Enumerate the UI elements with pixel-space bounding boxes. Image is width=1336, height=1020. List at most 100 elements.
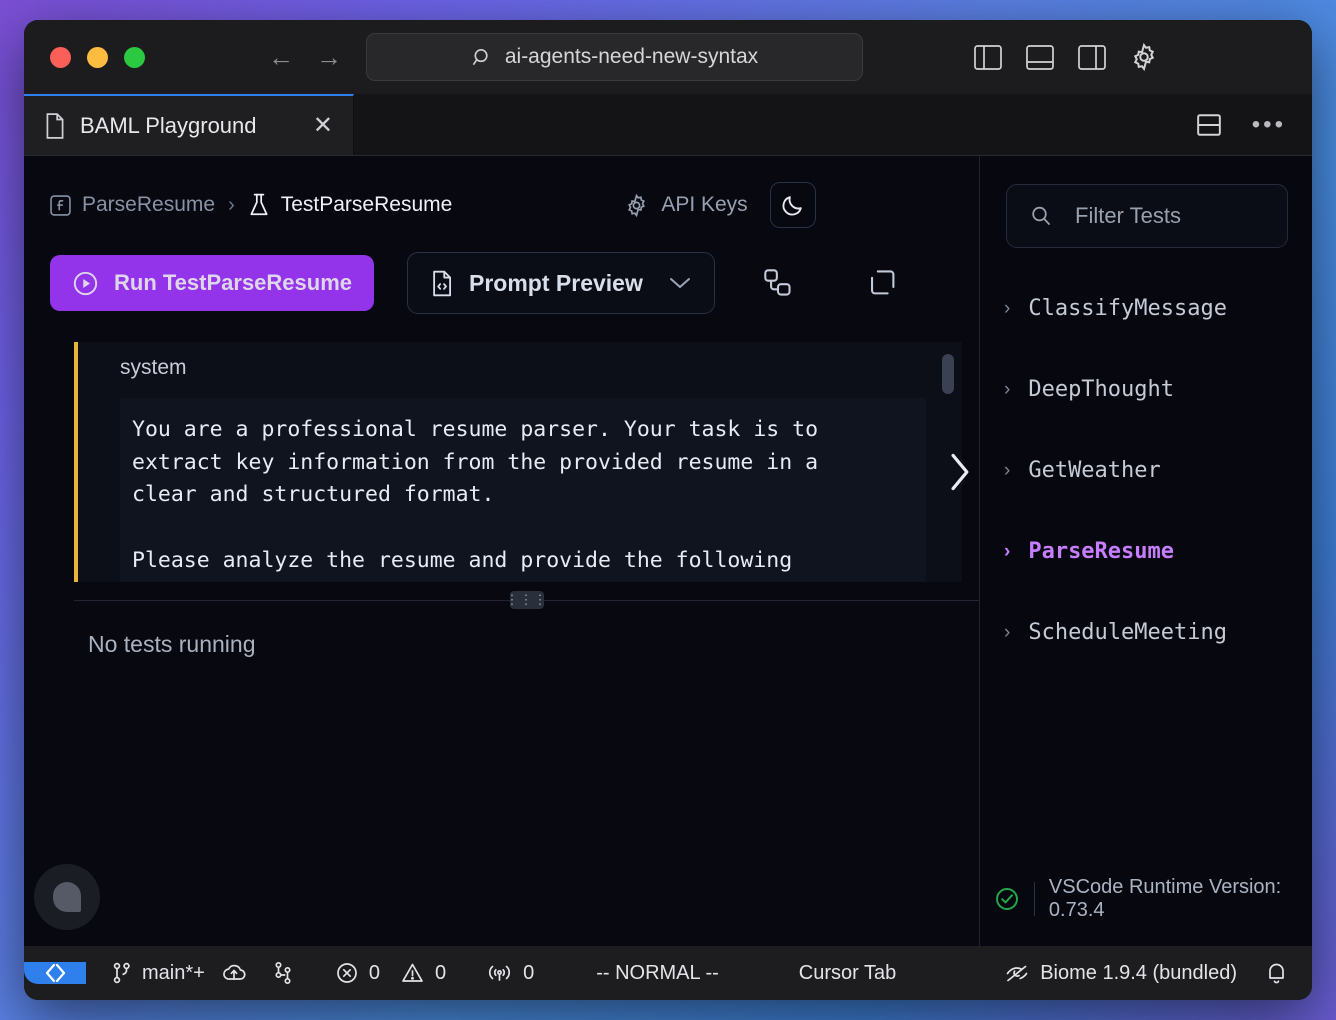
status-divider	[1034, 882, 1035, 916]
error-circle-icon	[335, 961, 359, 985]
prompt-text: You are a professional resume parser. Yo…	[120, 398, 926, 582]
test-list-item-schedulemeeting[interactable]: › ScheduleMeeting	[980, 606, 1312, 659]
git-branch-status[interactable]: main*+	[112, 962, 247, 985]
tests-sidebar: Filter Tests › ClassifyMessage › DeepTho…	[980, 156, 1312, 946]
minimize-window-button[interactable]	[87, 47, 108, 68]
breadcrumb-function[interactable]: ParseResume	[50, 193, 215, 217]
layout-sidebar-left-icon[interactable]	[973, 42, 1003, 72]
search-value: ai-agents-need-new-syntax	[505, 45, 758, 69]
theme-toggle-button[interactable]	[770, 182, 816, 228]
preview-scrollbar-thumb[interactable]	[942, 354, 954, 394]
ports-count: 0	[523, 962, 534, 985]
prompt-preview-label: Prompt Preview	[469, 270, 643, 297]
problems-status[interactable]: 0 0	[335, 961, 446, 985]
prompt-preview-dropdown[interactable]: Prompt Preview	[407, 252, 715, 314]
api-keys-label: API Keys	[661, 193, 747, 217]
layout-panel-bottom-icon[interactable]	[1025, 42, 1055, 72]
test-list-item-getweather[interactable]: › GetWeather	[980, 444, 1312, 497]
test-name: ScheduleMeeting	[1028, 620, 1227, 645]
chevron-right-icon[interactable]: ›	[1004, 622, 1010, 644]
back-arrow-icon[interactable]: ←	[268, 44, 294, 70]
chevron-down-icon	[668, 276, 692, 290]
moon-icon	[780, 193, 805, 218]
split-editor-icon[interactable]	[1196, 112, 1222, 138]
search-icon	[1029, 204, 1053, 228]
status-bar-right: Biome 1.9.4 (bundled)	[1004, 961, 1312, 985]
remote-window-icon	[42, 962, 68, 984]
source-control-graph-status[interactable]	[273, 961, 295, 985]
notifications-button[interactable]	[1265, 961, 1288, 985]
tab-bar: BAML Playground ✕ •••	[24, 94, 1312, 156]
navigation-buttons: ← →	[268, 44, 342, 70]
source-control-graph-icon	[273, 961, 295, 985]
radio-tower-icon	[486, 961, 513, 985]
tab-baml-playground[interactable]: BAML Playground ✕	[24, 94, 354, 155]
resize-drag-handle[interactable]: ⋮⋮⋮	[510, 591, 544, 609]
ports-status[interactable]: 0	[486, 961, 534, 985]
test-list-item-classifymessage[interactable]: › ClassifyMessage	[980, 282, 1312, 335]
flask-icon	[248, 193, 270, 217]
remote-window-button[interactable]	[24, 962, 86, 984]
title-bar: ← → ai-agents-need-new-syntax	[24, 20, 1312, 94]
chevron-right-icon[interactable]: ›	[1004, 460, 1010, 482]
filter-tests-input[interactable]: Filter Tests	[1006, 184, 1288, 248]
biome-label: Biome 1.9.4 (bundled)	[1040, 962, 1237, 985]
eye-off-icon	[1004, 962, 1030, 984]
api-keys-button[interactable]: API Keys	[624, 193, 747, 218]
playground-panel: ParseResume › TestParseResume	[24, 156, 980, 946]
cursor-tab-status[interactable]: Cursor Tab	[799, 962, 896, 985]
forward-arrow-icon[interactable]: →	[316, 44, 342, 70]
test-name: ParseResume	[1028, 539, 1174, 564]
cloud-upload-icon[interactable]	[221, 962, 247, 984]
filter-tests-placeholder: Filter Tests	[1075, 203, 1181, 229]
test-list-item-deepthought[interactable]: › DeepThought	[980, 363, 1312, 416]
close-window-button[interactable]	[50, 47, 71, 68]
chat-bubble-button[interactable]	[34, 864, 100, 930]
close-icon[interactable]: ✕	[313, 114, 333, 138]
more-actions-icon[interactable]: •••	[1252, 120, 1286, 130]
prompt-preview-panel: system You are a professional resume par…	[74, 342, 979, 601]
bell-icon	[1265, 961, 1288, 985]
maximize-window-button[interactable]	[124, 47, 145, 68]
biome-status[interactable]: Biome 1.9.4 (bundled)	[1004, 962, 1237, 985]
tab-bar-spacer	[354, 94, 1196, 155]
chevron-right-icon[interactable]: ›	[1004, 541, 1010, 563]
copy-icon[interactable]	[868, 268, 898, 298]
breadcrumb: ParseResume › TestParseResume	[24, 156, 979, 228]
tab-bar-actions: •••	[1196, 94, 1312, 155]
runtime-version-status: VSCode Runtime Version: 0.73.4	[980, 876, 1312, 922]
branch-name: main*+	[142, 962, 205, 985]
test-list-item-parseresume[interactable]: › ParseResume	[980, 525, 1312, 578]
editor-empty-space	[24, 658, 979, 946]
check-circle-icon	[994, 886, 1020, 912]
system-message-card: system You are a professional resume par…	[74, 342, 962, 582]
test-run-status: No tests running	[24, 601, 979, 658]
chevron-right-icon[interactable]: ›	[1004, 379, 1010, 401]
error-count: 0	[369, 962, 380, 985]
runtime-version-label: VSCode Runtime Version: 0.73.4	[1049, 876, 1312, 922]
breadcrumb-test[interactable]: TestParseResume	[248, 193, 453, 217]
status-bar: main*+	[24, 946, 1312, 1000]
test-name: DeepThought	[1028, 377, 1174, 402]
search-input[interactable]: ai-agents-need-new-syntax	[366, 33, 863, 81]
breadcrumb-separator: ›	[228, 194, 235, 217]
expand-preview-chevron-icon[interactable]	[947, 450, 973, 494]
warning-triangle-icon	[400, 961, 425, 985]
gear-icon	[624, 193, 649, 218]
run-test-button[interactable]: Run TestParseResume	[50, 255, 374, 311]
gear-icon[interactable]	[1129, 42, 1159, 72]
file-icon	[44, 113, 66, 139]
chevron-right-icon[interactable]: ›	[1004, 298, 1010, 320]
play-circle-icon	[72, 270, 99, 297]
test-name: ClassifyMessage	[1028, 296, 1227, 321]
playground-actions: Run TestParseResume Prompt Preview	[24, 228, 979, 314]
search-icon	[471, 46, 494, 69]
message-role-label: system	[78, 342, 962, 398]
layout-sidebar-right-icon[interactable]	[1077, 42, 1107, 72]
warning-count: 0	[435, 962, 446, 985]
breadcrumb-function-label: ParseResume	[82, 193, 215, 217]
test-list: › ClassifyMessage › DeepThought › GetWea…	[980, 282, 1312, 659]
node-graph-icon[interactable]	[763, 268, 793, 298]
workbench-body: ParseResume › TestParseResume	[24, 156, 1312, 946]
traffic-lights	[50, 47, 145, 68]
